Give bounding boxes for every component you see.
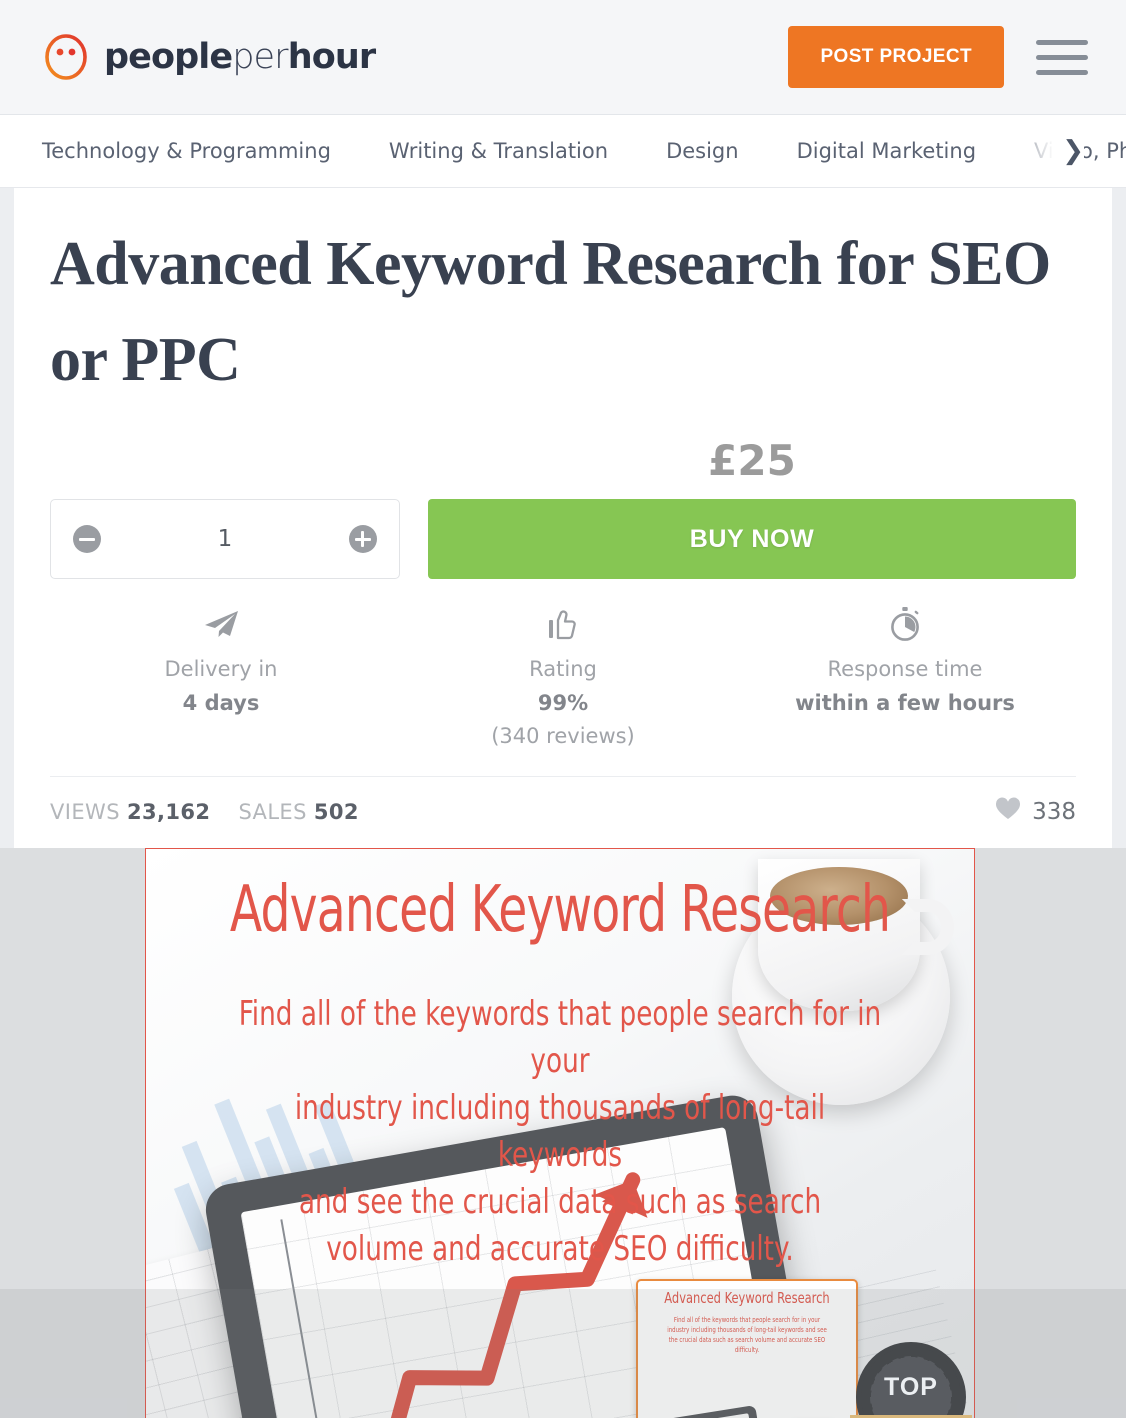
views-metric: VIEWS 23,162: [50, 800, 210, 824]
post-project-button[interactable]: POST PROJECT: [788, 26, 1004, 88]
stat-response-label: Response time: [827, 657, 983, 682]
logo-text-people: people: [104, 37, 233, 77]
likes-value: 338: [1032, 799, 1076, 826]
thumbnail-body: Find all of the keywords that people sea…: [667, 1315, 827, 1355]
stat-rating-value: 99%: [537, 690, 589, 715]
thumbs-up-icon: [392, 605, 734, 643]
promo-thumbnail-inset: Advanced Keyword Research Find all of th…: [636, 1278, 858, 1418]
logo-text-per: per: [232, 37, 288, 77]
logo-text-hour: hour: [287, 37, 376, 77]
stat-rating: Rating 99% (340 reviews): [392, 605, 734, 754]
logo-wordmark: peopleperhour: [104, 37, 376, 77]
plus-circle-icon[interactable]: [348, 525, 377, 554]
minus-circle-icon[interactable]: [73, 525, 101, 554]
quantity-stepper[interactable]: 1: [50, 499, 400, 580]
header-actions: POST PROJECT: [788, 26, 1090, 88]
promo-body-line-4: volume and accurate SEO difficulty.: [326, 1228, 794, 1269]
hamburger-line: [1036, 39, 1088, 45]
nav-item-digital-marketing[interactable]: Digital Marketing: [797, 139, 976, 163]
views-label: VIEWS: [50, 800, 120, 825]
nav-item-technology-programming[interactable]: Technology & Programming: [42, 139, 331, 163]
promo-body: Find all of the keywords that people sea…: [233, 991, 887, 1272]
hamburger-line: [1036, 69, 1088, 75]
stat-delivery-value: 4 days: [182, 690, 260, 715]
stat-response-value: within a few hours: [795, 690, 1015, 715]
page-container: Advanced Keyword Research for SEO or PPC…: [0, 188, 1126, 848]
sales-value: 502: [313, 800, 359, 825]
site-header: peopleperhour POST PROJECT: [0, 0, 1126, 115]
quantity-value: 1: [217, 526, 233, 553]
promo-body-line-2: industry including thousands of long-tai…: [294, 1087, 826, 1175]
likes-metric[interactable]: 338: [995, 797, 1076, 827]
listing-card: Advanced Keyword Research for SEO or PPC…: [14, 188, 1112, 848]
stat-rating-label: Rating: [529, 657, 597, 682]
logo[interactable]: peopleperhour: [42, 33, 376, 81]
promo-image[interactable]: Advanced Keyword Research Find all of th…: [145, 847, 975, 1418]
listing-stats: Delivery in 4 days Rating 99% (340 revie…: [50, 605, 1076, 776]
stat-delivery: Delivery in 4 days: [50, 605, 392, 754]
views-value: 23,162: [127, 800, 211, 825]
stat-delivery-label: Delivery in: [164, 657, 278, 682]
buy-now-button[interactable]: BUY NOW: [428, 499, 1076, 580]
stat-response-time: Response time within a few hours: [734, 605, 1076, 754]
page-title: Advanced Keyword Research for SEO or PPC: [50, 230, 1051, 395]
stat-rating-reviews: (340 reviews): [491, 724, 635, 749]
stopwatch-icon: [734, 605, 1076, 643]
metrics-row: VIEWS 23,162 SALES 502 338: [50, 775, 1076, 848]
heart-icon: [995, 797, 1021, 827]
top-cert-badge: TOP CERT: [850, 1343, 972, 1418]
promo-heading: Advanced Keyword Research: [229, 872, 891, 947]
thumbnail-heading: Advanced Keyword Research: [664, 1288, 830, 1307]
purchase-row: 1 £25 BUY NOW: [50, 436, 1076, 580]
nav-item-design[interactable]: Design: [666, 139, 739, 163]
coffee-handle: [902, 898, 954, 955]
sales-metric: SALES 502: [238, 800, 359, 824]
hamburger-menu-icon[interactable]: [1034, 35, 1090, 79]
price-label: £25: [708, 436, 796, 486]
paper-plane-icon: [50, 605, 392, 643]
listing-gallery: Advanced Keyword Research Find all of th…: [0, 847, 1126, 1418]
thumbnail-tablet: [648, 1405, 768, 1418]
badge-top-text: TOP: [884, 1372, 938, 1401]
category-nav: Technology & Programming Writing & Trans…: [0, 115, 1126, 188]
hamburger-line: [1036, 54, 1088, 60]
quantity-column: 1: [50, 499, 400, 580]
promo-body-line-1: Find all of the keywords that people sea…: [238, 993, 882, 1081]
chevron-right-icon[interactable]: ❯: [1062, 136, 1084, 166]
sales-label: SALES: [238, 800, 307, 825]
buy-column: £25 BUY NOW: [428, 436, 1076, 580]
nav-item-writing-translation[interactable]: Writing & Translation: [389, 139, 608, 163]
peopleperhour-face-logo-icon: [42, 33, 90, 81]
promo-body-line-3: and see the crucial data such as search: [298, 1181, 822, 1222]
